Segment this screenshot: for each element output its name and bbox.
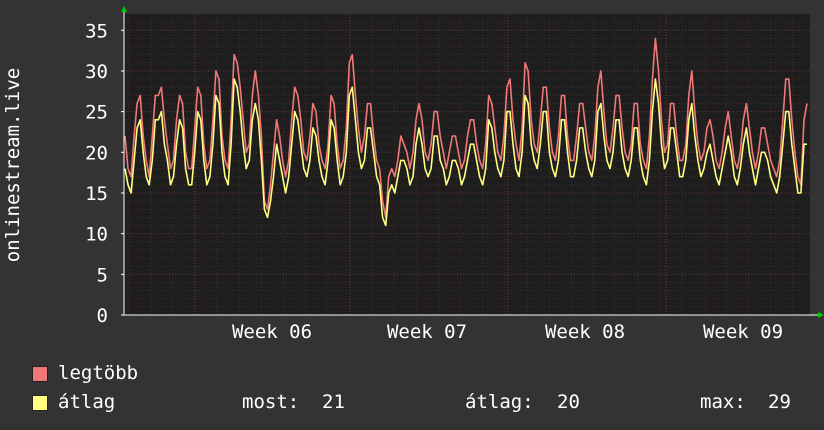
y-tick-label: 5 (97, 264, 108, 286)
y-tick-label: 20 (85, 142, 108, 164)
y-tick-label: 30 (85, 61, 108, 83)
y-axis-label: onlinestream.live (2, 68, 24, 262)
stat-atlag-value: 20 (557, 391, 580, 413)
stat-most-label: most: (242, 391, 300, 413)
legend-label-avg: átlag (58, 391, 116, 413)
y-tick-label: 15 (85, 183, 108, 205)
stat-most-value: 21 (322, 391, 345, 413)
x-axis-arrow (818, 312, 824, 318)
stat-max-value: 29 (768, 391, 791, 413)
stat-atlag-label: átlag: (465, 391, 534, 413)
y-tick-label: 25 (85, 102, 108, 124)
x-tick-label: Week 06 (232, 321, 312, 343)
y-tick-label: 0 (97, 305, 108, 327)
x-tick-label: Week 09 (703, 321, 783, 343)
stat-max-label: max: (700, 391, 746, 413)
y-tick-label: 10 (85, 224, 108, 246)
x-tick-label: Week 07 (387, 321, 467, 343)
y-axis-arrow (121, 6, 127, 12)
legend-label-max: legtöbb (58, 362, 139, 384)
y-tick-label: 35 (85, 20, 108, 42)
x-tick-label: Week 08 (545, 321, 625, 343)
legend-swatch-max (32, 366, 48, 382)
legend-swatch-avg (32, 395, 48, 411)
